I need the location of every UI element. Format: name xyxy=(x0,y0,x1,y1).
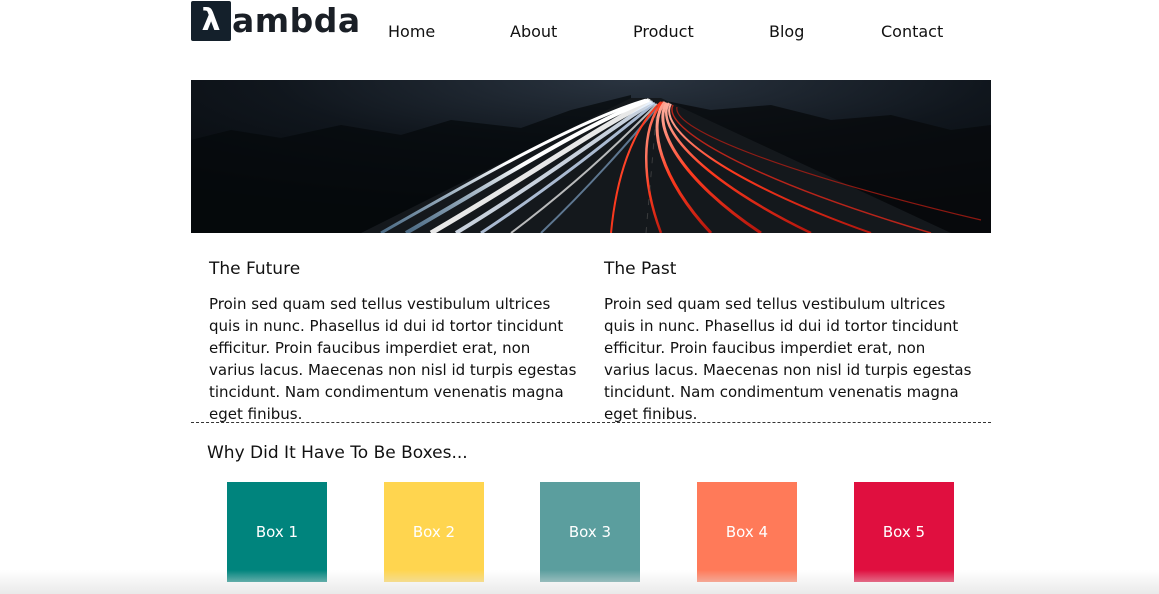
box-2-label: Box 2 xyxy=(412,523,456,541)
past-title: The Past xyxy=(604,259,677,279)
section-divider xyxy=(191,422,991,423)
future-title: The Future xyxy=(209,259,301,279)
box-3-label: Box 3 xyxy=(568,523,612,541)
past-body: Proin sed quam sed tellus vestibulum ult… xyxy=(604,295,972,423)
box-4-label: Box 4 xyxy=(725,523,769,541)
past-column: The Past Proin sed quam sed tellus vesti… xyxy=(604,258,974,425)
nav-blog[interactable]: Blog xyxy=(769,21,804,43)
box-2[interactable]: Box 2 xyxy=(384,482,484,582)
page: λ ambda Home About Product Blog Contact xyxy=(0,0,1159,594)
box-5[interactable]: Box 5 xyxy=(854,482,954,582)
nav-home[interactable]: Home xyxy=(388,21,435,43)
boxes-heading: Why Did It Have To Be Boxes... xyxy=(207,443,468,463)
nav-contact[interactable]: Contact xyxy=(881,21,943,43)
nav-product[interactable]: Product xyxy=(633,21,694,43)
box-1-label: Box 1 xyxy=(255,523,299,541)
box-1[interactable]: Box 1 xyxy=(227,482,327,582)
hero-light-trails-graphic xyxy=(191,80,991,233)
box-3[interactable]: Box 3 xyxy=(540,482,640,582)
future-body: Proin sed quam sed tellus vestibulum ult… xyxy=(209,295,577,423)
nav-about[interactable]: About xyxy=(510,21,557,43)
main-nav: Home About Product Blog Contact xyxy=(0,21,1159,43)
hero-image xyxy=(191,80,991,233)
box-5-label: Box 5 xyxy=(882,523,926,541)
box-4[interactable]: Box 4 xyxy=(697,482,797,582)
future-column: The Future Proin sed quam sed tellus ves… xyxy=(209,258,579,425)
